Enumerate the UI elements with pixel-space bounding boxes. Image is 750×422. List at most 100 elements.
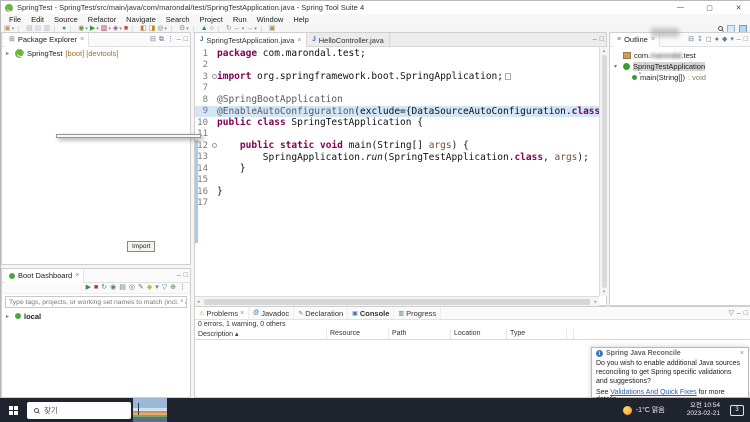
code-editor[interactable]: 1 package com.marondal.test; 2 3 import org.… bbox=[195, 47, 599, 296]
taskbar-clock[interactable]: 오전 10:54 2023-02-21 bbox=[687, 402, 720, 418]
outline-hide-fields-icon[interactable]: ◻ bbox=[706, 36, 712, 44]
outline-collapse-all-icon[interactable]: ⊟ bbox=[688, 36, 694, 44]
scroll-down-icon[interactable]: ▾ bbox=[603, 289, 606, 295]
expander-icon[interactable]: ▸ bbox=[6, 313, 12, 320]
bootdash-open-console-icon[interactable]: ▤ bbox=[119, 284, 126, 292]
minimize-icon[interactable]: – bbox=[737, 310, 741, 318]
outline-maximize-icon[interactable]: □ bbox=[744, 36, 748, 44]
tab-package-explorer[interactable]: ⊞ Package Explorer × bbox=[5, 32, 90, 47]
tab-javadoc[interactable]: @ Javadoc bbox=[249, 307, 295, 319]
editor-vertical-scrollbar[interactable]: ▴ ▾ bbox=[599, 47, 608, 296]
menu-edit[interactable]: Edit bbox=[26, 15, 49, 24]
editor-tab-hellocontroller-java[interactable]: J HelloController.java bbox=[307, 33, 390, 47]
outline-item-1[interactable]: ▾ SpringTestApplication bbox=[610, 61, 750, 72]
editor-horizontal-scrollbar[interactable]: ◂ ▸ bbox=[195, 296, 599, 306]
close-tab-icon[interactable]: × bbox=[297, 37, 301, 44]
validations-link[interactable]: Validations And Quick Fixes bbox=[610, 389, 696, 396]
maximize-icon[interactable]: □ bbox=[184, 272, 188, 280]
close-view-icon[interactable]: × bbox=[80, 36, 84, 43]
bootdash-tips-icon[interactable]: ◆ bbox=[147, 284, 152, 292]
bottom-tab-label: Progress bbox=[406, 308, 437, 318]
title-bar: SpringTest - SpringTest/src/main/java/co… bbox=[1, 1, 750, 14]
menu-source[interactable]: Source bbox=[49, 15, 83, 24]
bootdash-properties-icon[interactable]: ✎ bbox=[138, 284, 144, 292]
bootdash-start-icon[interactable]: ▶ bbox=[86, 284, 91, 292]
menu-navigate[interactable]: Navigate bbox=[121, 15, 161, 24]
editor-tab-springtestapplication-java[interactable]: J SpringTestApplication.java × bbox=[195, 33, 308, 47]
close-tab-icon[interactable]: × bbox=[240, 310, 244, 317]
notification-center-icon[interactable]: 3 bbox=[730, 404, 744, 416]
project-decorators: [boot] [devtools] bbox=[65, 48, 119, 58]
close-view-icon[interactable]: × bbox=[75, 272, 79, 279]
close-view-icon[interactable]: × bbox=[651, 36, 655, 43]
collapse-all-icon[interactable]: ⊟ bbox=[150, 36, 156, 44]
start-button[interactable] bbox=[0, 398, 26, 422]
minimize-icon[interactable]: – bbox=[177, 272, 181, 280]
expander-icon[interactable]: ▾ bbox=[614, 63, 620, 70]
column-header-type[interactable]: Type bbox=[507, 329, 567, 339]
outline-minimize-icon[interactable]: – bbox=[737, 36, 741, 44]
filter-icon[interactable]: ▽ bbox=[728, 310, 733, 318]
menu-file[interactable]: File bbox=[4, 15, 26, 24]
outline-hide-non-public-icon[interactable]: ◆ bbox=[722, 36, 727, 44]
outline-item-0[interactable]: com.marondal.test bbox=[610, 50, 750, 61]
column-header-location[interactable]: Location bbox=[451, 329, 507, 339]
link-with-editor-icon[interactable]: ⧉ bbox=[159, 36, 164, 44]
scroll-right-icon[interactable]: ▸ bbox=[592, 299, 599, 305]
outline-item-2[interactable]: s main(String[]) : void bbox=[610, 70, 750, 83]
window-maximize-button[interactable]: ▢ bbox=[697, 1, 722, 14]
bootdash-filter-icon[interactable]: ▽ bbox=[162, 284, 167, 292]
code-text: } bbox=[217, 163, 246, 175]
tab-problems[interactable]: ⚠ Problems × bbox=[195, 307, 250, 319]
code-line-17: 17 bbox=[195, 198, 599, 210]
outline-view-menu-icon[interactable]: ▾ bbox=[730, 36, 734, 44]
tab-declaration[interactable]: ✎ Declaration bbox=[294, 307, 349, 319]
menu-project[interactable]: Project bbox=[195, 15, 228, 24]
collapsed-region-icon[interactable] bbox=[505, 73, 511, 81]
bootdash-debug-icon[interactable]: ◉ bbox=[110, 284, 116, 292]
notification-close-icon[interactable]: × bbox=[740, 350, 744, 357]
minimize-icon[interactable]: – bbox=[593, 36, 597, 44]
column-header-path[interactable]: Path bbox=[389, 329, 451, 339]
bootdash-add-icon[interactable]: ⊕ bbox=[170, 284, 176, 292]
expander-icon[interactable]: ▸ bbox=[6, 50, 12, 57]
minimize-icon[interactable]: – bbox=[177, 36, 181, 44]
widgets-weather-image[interactable] bbox=[133, 398, 167, 422]
bootdash-view-menu-icon[interactable]: ⋮ bbox=[179, 284, 186, 292]
horizontal-scroll-thumb[interactable] bbox=[203, 298, 591, 305]
boot-dashboard-filter-input[interactable]: Type tags, projects, or working set name… bbox=[5, 296, 187, 308]
outline-sort-icon[interactable]: ↧ bbox=[697, 36, 703, 44]
scroll-left-icon[interactable]: ◂ bbox=[195, 299, 202, 305]
menu-search[interactable]: Search bbox=[161, 15, 195, 24]
menu-window[interactable]: Window bbox=[252, 15, 289, 24]
outline-hide-static-members-icon[interactable]: ● bbox=[715, 36, 719, 44]
bootdash-tips-caret-icon[interactable]: ▾ bbox=[155, 284, 159, 292]
column-header-resource[interactable]: Resource bbox=[327, 329, 389, 339]
search-icon[interactable] bbox=[718, 26, 723, 31]
scroll-up-icon[interactable]: ▴ bbox=[603, 48, 606, 54]
tab-console[interactable]: ▣ Console bbox=[348, 307, 395, 319]
vertical-scroll-thumb[interactable] bbox=[601, 55, 607, 288]
taskbar-search-box[interactable]: 찾기 bbox=[27, 401, 131, 419]
maximize-icon[interactable]: □ bbox=[744, 310, 748, 318]
bootdash-stop-icon[interactable]: ■ bbox=[94, 284, 98, 292]
menu-refactor[interactable]: Refactor bbox=[83, 15, 121, 24]
tab-progress[interactable]: ▥ Progress bbox=[394, 307, 442, 319]
bootdash-restart-icon[interactable]: ↻ bbox=[101, 284, 107, 292]
tree-item-local[interactable]: ▸ local bbox=[2, 310, 190, 322]
taskbar-weather[interactable]: -1°C 맑음 bbox=[622, 405, 665, 415]
fold-marker-icon[interactable] bbox=[211, 143, 217, 149]
menu-run[interactable]: Run bbox=[228, 15, 252, 24]
view-menu-icon[interactable]: ⋮ bbox=[167, 36, 174, 44]
maximize-icon[interactable]: □ bbox=[600, 36, 604, 44]
window-minimize-button[interactable]: — bbox=[668, 1, 693, 14]
tree-item-springtest-project[interactable]: ▸ SpringTest [boot] [devtools] bbox=[2, 47, 190, 59]
tab-boot-dashboard[interactable]: Boot Dashboard × bbox=[5, 268, 85, 283]
window-close-button[interactable]: ✕ bbox=[726, 1, 750, 14]
fold-marker-icon[interactable] bbox=[211, 74, 217, 80]
maximize-icon[interactable]: □ bbox=[184, 36, 188, 44]
menu-help[interactable]: Help bbox=[288, 15, 313, 24]
bootdash-open-browser-icon[interactable]: ◎ bbox=[129, 284, 135, 292]
column-header-description[interactable]: Description ▴ bbox=[195, 329, 327, 339]
progress-icon: ▥ bbox=[398, 310, 405, 317]
